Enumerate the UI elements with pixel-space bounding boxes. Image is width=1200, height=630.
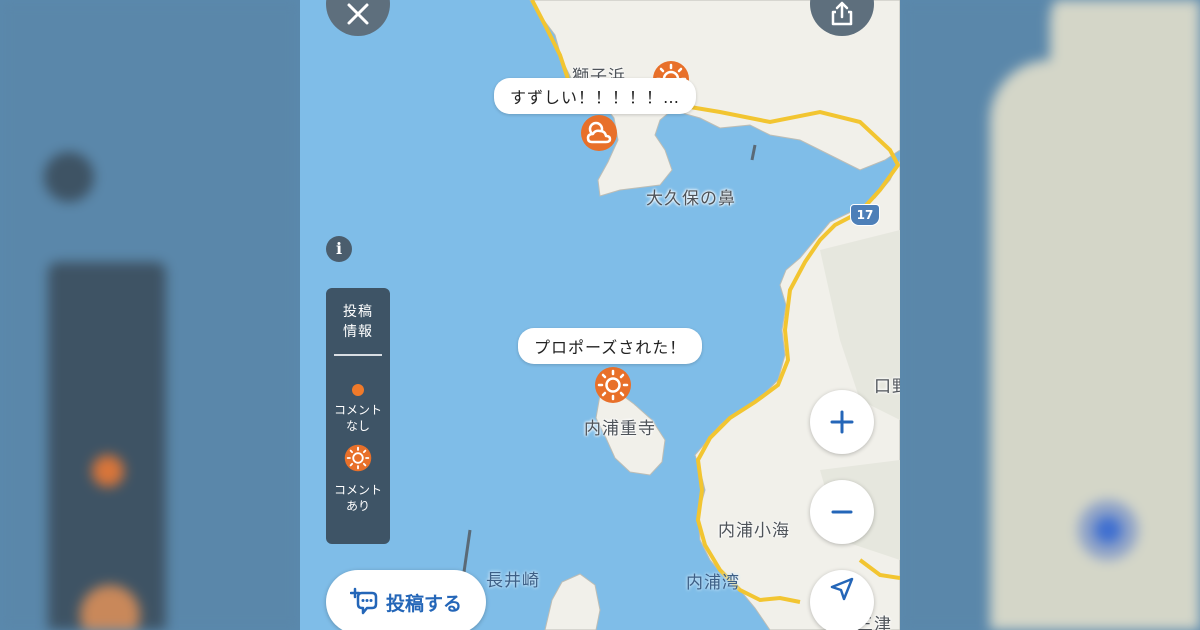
map-view[interactable]: 獅子浜 大久保の鼻 内浦重寺 内浦小海 長井崎 内浦湾 口野 三津 17 すずし… bbox=[300, 0, 900, 630]
route-17-shield: 17 bbox=[850, 204, 880, 226]
plus-icon bbox=[830, 410, 854, 434]
add-comment-icon bbox=[349, 587, 378, 615]
post-button[interactable]: 投稿する bbox=[326, 570, 486, 630]
place-label-nagaizaki: 長井崎 bbox=[486, 571, 540, 591]
place-label-ookubo-no-hana: 大久保の鼻 bbox=[646, 189, 736, 209]
share-icon bbox=[831, 1, 853, 26]
post-comment-bubble[interactable]: すずしい！！！！！… bbox=[494, 78, 697, 114]
current-location-button[interactable] bbox=[810, 570, 874, 630]
sun-icon[interactable] bbox=[594, 366, 632, 404]
post-comment-bubble[interactable]: プロポーズされた！ bbox=[518, 328, 703, 364]
place-label-kuchino: 口野 bbox=[874, 377, 900, 397]
post-button-label: 投稿する bbox=[385, 592, 462, 615]
legend-label-with-comment: コメント あり bbox=[333, 483, 382, 513]
minus-icon bbox=[831, 510, 853, 514]
map-share-screen: 獅子浜 大久保の鼻 内浦重寺 内浦小海 長井崎 内浦湾 口野 三津 17 すずし… bbox=[0, 0, 1200, 630]
blurred-backdrop-left bbox=[0, 0, 300, 630]
zoom-in-button[interactable] bbox=[810, 390, 874, 454]
legend-dot-icon bbox=[352, 384, 364, 396]
place-label-uchiura-shigedera: 内浦重寺 bbox=[584, 419, 656, 439]
legend-divider bbox=[334, 354, 382, 356]
legend-title: 投稿 情報 bbox=[343, 304, 373, 340]
sun-cloud-icon[interactable] bbox=[580, 114, 618, 152]
place-label-uchiura-kogai: 内浦小海 bbox=[718, 521, 790, 541]
legend-panel: 投稿 情報 コメント なし コメント あり bbox=[326, 288, 390, 544]
info-icon[interactable]: i bbox=[326, 236, 352, 262]
location-arrow-icon bbox=[830, 577, 854, 601]
place-label-uchiura-wan: 内浦湾 bbox=[686, 573, 740, 593]
zoom-out-button[interactable] bbox=[810, 480, 874, 544]
blurred-backdrop-right bbox=[900, 0, 1200, 630]
close-icon bbox=[347, 3, 369, 25]
legend-sun-icon bbox=[344, 444, 372, 472]
legend-label-no-comment: コメント なし bbox=[333, 403, 382, 433]
